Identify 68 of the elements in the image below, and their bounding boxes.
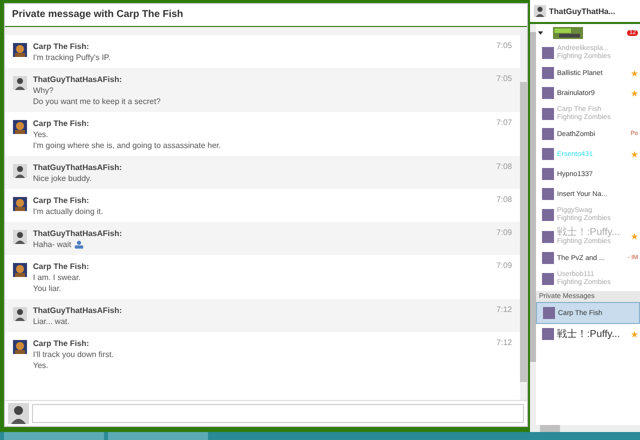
avatar-icon	[13, 43, 27, 57]
avatar-icon	[543, 307, 555, 319]
message-time: 7:09	[496, 261, 512, 270]
message-time: 7:05	[496, 41, 512, 50]
sender-name: Carp The Fish:	[33, 41, 90, 52]
avatar-icon	[534, 5, 546, 17]
avatar-icon	[542, 230, 554, 242]
message-text: I'm actually doing it.	[33, 206, 104, 217]
avatar-icon	[13, 164, 27, 178]
scrollbar[interactable]	[530, 24, 536, 425]
avatar-icon	[542, 108, 554, 120]
avatar-icon	[542, 46, 554, 58]
sender-name: ThatGuyThatHasAFish:	[33, 228, 123, 239]
avatar-icon	[542, 188, 554, 200]
message-time: 7:12	[496, 338, 512, 347]
caret-icon[interactable]	[538, 31, 543, 35]
avatar-icon	[13, 263, 27, 277]
avatar-icon	[542, 148, 554, 160]
message-input-field[interactable]	[32, 404, 524, 423]
message-text: I'll track you down first.	[33, 349, 114, 360]
avatar-icon	[13, 197, 27, 211]
sender-name: ThatGuyThatHasAFish:	[33, 305, 123, 316]
message-text: Yes.	[33, 360, 48, 371]
avatar-icon	[13, 120, 27, 134]
message-text: You liar.	[33, 283, 62, 294]
avatar-icon	[542, 328, 554, 340]
message-text: Liar... wat.	[33, 316, 70, 327]
message-text: Do you want me to keep it a secret?	[33, 96, 161, 107]
avatar-icon	[542, 272, 554, 284]
avatar-icon	[542, 128, 554, 140]
message-time: 7:09	[496, 228, 512, 237]
message-text: Yes.	[33, 129, 48, 140]
user-name: ThatGuyThatHa...	[549, 6, 616, 16]
avatar-icon	[542, 252, 554, 264]
conversation-name: 戦士！:Puffy...	[557, 328, 621, 340]
sender-name: ThatGuyThatHasAFish:	[33, 162, 123, 173]
avatar-icon	[13, 230, 27, 244]
scrollbar[interactable]	[520, 27, 527, 400]
message-time: 7:08	[496, 195, 512, 204]
sender-name: Carp The Fish:	[33, 261, 90, 272]
message-text: I'm going where she is, and going to assassinate her.	[33, 140, 221, 151]
message-text: I'm tracking Puffy's IP.	[33, 52, 110, 63]
avatar-icon	[8, 403, 29, 424]
avatar-icon	[542, 87, 554, 99]
avatar-icon	[13, 76, 27, 90]
friend-name: 戦士！:Puffy...	[557, 227, 621, 238]
game-logo-icon	[553, 27, 583, 39]
message-time: 7:08	[496, 162, 512, 171]
message-time: 7:05	[496, 74, 512, 83]
message-text: Nice joke buddy.	[33, 173, 92, 184]
sender-name: Carp The Fish:	[33, 118, 90, 129]
taskbar-button[interactable]	[4, 432, 104, 440]
avatar-icon	[13, 340, 27, 354]
message-text: I am. I swear.	[33, 272, 81, 283]
message-time: 7:07	[496, 118, 512, 127]
message-text: Haha- wait	[33, 239, 72, 250]
avatar-icon	[542, 168, 554, 180]
message-time: 7:12	[496, 305, 512, 314]
scrollbar[interactable]	[530, 425, 640, 432]
avatar-icon	[542, 67, 554, 79]
sender-name: ThatGuyThatHasAFish:	[33, 74, 123, 85]
sender-name: Carp The Fish:	[33, 338, 90, 349]
taskbar-button[interactable]	[108, 432, 208, 440]
avatar-icon	[13, 307, 27, 321]
conversation-item[interactable]: 戦士！:Puffy...	[536, 324, 640, 344]
sender-name: Carp The Fish:	[33, 195, 90, 206]
avatar-icon	[542, 208, 554, 220]
message-text: Why?	[33, 85, 54, 96]
